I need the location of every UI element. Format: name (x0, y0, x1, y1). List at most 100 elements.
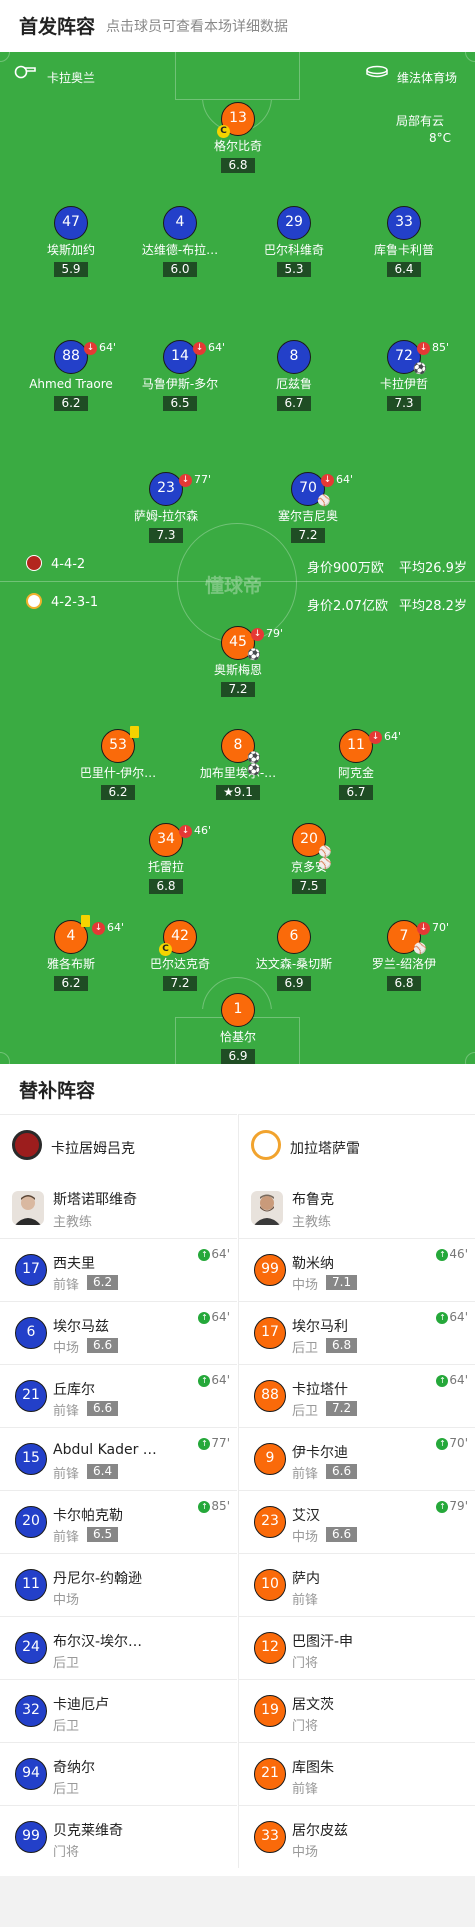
player-home-23[interactable]: 23 ↓ 77' 萨姆-拉尔森 7.3 (106, 472, 226, 543)
home-coach[interactable]: 斯塔诺耶维奇 主教练 (0, 1176, 237, 1238)
player-name: 京多安 (290, 860, 327, 874)
substitute-row[interactable]: 99 勒米纳 中场 7.1 ↑ 46' (239, 1238, 475, 1301)
substitute-row[interactable]: 94 奇纳尔 后卫 (0, 1742, 237, 1805)
away-coach[interactable]: 布鲁克 主教练 (239, 1176, 475, 1238)
substitute-row[interactable]: 21 库图朱 前锋 (239, 1742, 475, 1805)
sub-on-icon: ↑ (198, 1374, 211, 1387)
substitute-name: 居尔皮兹 (292, 1823, 348, 1839)
substitute-row[interactable]: 99 贝克莱维奇 门将 (0, 1805, 237, 1868)
substitute-row[interactable]: 24 布尔汉-埃尔… 后卫 (0, 1616, 237, 1679)
player-home-70[interactable]: 70 ↓ 64' ⚾ 塞尔吉尼奥 7.2 (248, 472, 368, 543)
player-number: 6 (277, 920, 311, 954)
sub-on-icon: ↑ (198, 1248, 211, 1261)
away-formation: 4-2-3-1 (51, 595, 99, 610)
home-market-value: 身价900万欧 (307, 561, 384, 576)
player-home-14[interactable]: 14 ↓ 64' 马鲁伊斯-多尔 6.5 (120, 340, 240, 411)
home-team-logo (12, 1130, 42, 1160)
substitute-row[interactable]: 12 巴图汗-申 门将 (239, 1616, 475, 1679)
player-rating: 7.3 (149, 528, 183, 543)
substitute-position: 后卫 (53, 1719, 80, 1734)
player-home-88[interactable]: 88 ↓ 64' Ahmed Traore 6.2 (11, 340, 131, 411)
substitute-name: 奇纳尔 (53, 1760, 95, 1776)
player-away-6[interactable]: 6 达文森-桑切斯 6.9 (234, 920, 354, 991)
goal-ball-icon: ⚽⚽ (247, 751, 261, 776)
lineup-hint: 点击球员可查看本场详细数据 (106, 19, 288, 35)
player-away-34[interactable]: 34 ↓ 46' 托雷拉 6.8 (106, 823, 226, 894)
substitute-row[interactable]: 20 卡尔帕克勒 前锋 6.5 ↑ 85' (0, 1490, 237, 1553)
away-substitutes: 加拉塔萨雷 布鲁克 主教练 99 勒米纳 中场 7.1 ↑ 46' 17 埃尔马利 后卫 6.8 ↑… (238, 1114, 475, 1868)
substitute-number: 99 (15, 1821, 47, 1853)
corner-arc (0, 1052, 10, 1064)
substitute-number: 99 (254, 1254, 286, 1286)
player-home-13[interactable]: 13 C 格尔比奇 6.8 (178, 102, 298, 173)
substitute-name: 埃尔马兹 (53, 1319, 109, 1335)
player-name: 托雷拉 (147, 860, 184, 874)
player-rating: 5.9 (54, 262, 88, 277)
player-home-72[interactable]: 72 ↓ 85' ⚽ 卡拉伊哲 7.3 (344, 340, 464, 411)
player-rating: 6.2 (54, 976, 88, 991)
sub-off-icon: ↓ (92, 921, 105, 935)
player-away-7[interactable]: 7 ↓ 70' ⚾ 罗兰-绍洛伊 6.8 (344, 920, 464, 991)
player-rating: 5.3 (277, 262, 311, 277)
player-home-47[interactable]: 47 埃斯加约 5.9 (11, 206, 131, 277)
watermark: 懂球帝 (205, 575, 263, 597)
away-team-logo (251, 1130, 281, 1160)
substitutes-title: 替补阵容 (19, 1080, 96, 1102)
substitute-position: 前锋 (53, 1467, 80, 1482)
player-name: 罗兰-绍洛伊 (371, 957, 437, 971)
substitute-number: 21 (15, 1380, 47, 1412)
player-home-33[interactable]: 33 库鲁卡利普 6.4 (344, 206, 464, 277)
substitute-row[interactable]: 23 艾汉 中场 6.6 ↑ 79' (239, 1490, 475, 1553)
away-team-row[interactable]: 加拉塔萨雷 (239, 1114, 475, 1176)
player-away-42[interactable]: 42 C 巴尔达克奇 7.2 (120, 920, 240, 991)
captain-icon: C (217, 125, 230, 138)
player-home-29[interactable]: 29 巴尔科维奇 5.3 (234, 206, 354, 277)
substitute-number: 17 (254, 1317, 286, 1349)
substitute-row[interactable]: 17 埃尔马利 后卫 6.8 ↑ 64' (239, 1301, 475, 1364)
player-away-11[interactable]: 11 ↓ 64' 阿克金 6.7 (296, 729, 416, 800)
player-rating: 6.0 (163, 262, 197, 277)
sub-off-icon: ↓ (417, 921, 430, 935)
substitute-row[interactable]: 19 居文茨 门将 (239, 1679, 475, 1742)
player-rating: 7.2 (163, 976, 197, 991)
player-name: 达维德-布拉… (141, 243, 219, 257)
substitute-row[interactable]: 88 卡拉塔什 后卫 7.2 ↑ 64' (239, 1364, 475, 1427)
substitute-row[interactable]: 11 丹尼尔-约翰逊 中场 (0, 1553, 237, 1616)
pitch: 懂球帝 卡拉奥兰 维法体育场 局部有云 8°C 4-4-2 身价900万欧 平均… (0, 52, 475, 1064)
sub-off-indicator: ↓ 85' (417, 332, 449, 363)
player-home-4[interactable]: 4 达维德-布拉… 6.0 (120, 206, 240, 277)
player-number: 4 (163, 206, 197, 240)
player-number: 34 ↓ 46' (149, 823, 211, 857)
substitute-number: 15 (15, 1443, 47, 1475)
player-number: 53 (101, 726, 139, 763)
substitute-row[interactable]: 15 Abdul Kader … 前锋 6.4 ↑ 77' (0, 1427, 237, 1490)
sub-off-icon: ↓ (84, 341, 97, 355)
substitute-row[interactable]: 33 居尔皮兹 中场 (239, 1805, 475, 1868)
substitute-name: 库图朱 (292, 1760, 334, 1776)
substitute-row[interactable]: 17 西夫里 前锋 6.2 ↑ 64' (0, 1238, 237, 1301)
substitute-row[interactable]: 6 埃尔马兹 中场 6.6 ↑ 64' (0, 1301, 237, 1364)
substitute-row[interactable]: 21 丘库尔 前锋 6.6 ↑ 64' (0, 1364, 237, 1427)
substitute-row[interactable]: 9 伊卡尔迪 前锋 6.6 ↑ 70' (239, 1427, 475, 1490)
player-rating: 7.3 (387, 396, 421, 411)
assist-icon: ⚾ (317, 494, 331, 507)
player-home-8[interactable]: 8 厄兹鲁 6.7 (234, 340, 354, 411)
substitute-row[interactable]: 32 卡迪厄卢 后卫 (0, 1679, 237, 1742)
substitute-row[interactable]: 10 萨内 前锋 (239, 1553, 475, 1616)
away-market-value: 身价2.07亿欧 (307, 599, 388, 614)
substitute-rating: 6.6 (87, 1338, 119, 1353)
sub-off-icon: ↓ (417, 341, 430, 355)
substitute-position: 前锋 (292, 1593, 319, 1608)
player-away-20[interactable]: 20 ⚾⚾ 京多安 7.5 (249, 823, 369, 894)
substitute-number: 32 (15, 1695, 47, 1727)
substitute-position: 后卫 (53, 1656, 80, 1671)
player-name: 奥斯梅恩 (213, 663, 262, 677)
sub-off-icon: ↓ (251, 627, 264, 641)
player-away-4[interactable]: 4 ↓ 64' 雅各布斯 6.2 (11, 915, 131, 991)
player-away-1[interactable]: 1 恰基尔 6.9 (178, 993, 298, 1064)
player-away-45[interactable]: 45 ↓ 79' ⚽ 奥斯梅恩 7.2 (178, 626, 298, 697)
home-team-row[interactable]: 卡拉居姆吕克 (0, 1114, 237, 1176)
player-away-8[interactable]: 8 ⚽⚽ 加布里埃尔-… ★9.1 (178, 729, 298, 800)
substitute-rating: 6.4 (87, 1464, 119, 1479)
player-away-53[interactable]: 53 巴里什-伊尔… 6.2 (58, 726, 178, 800)
